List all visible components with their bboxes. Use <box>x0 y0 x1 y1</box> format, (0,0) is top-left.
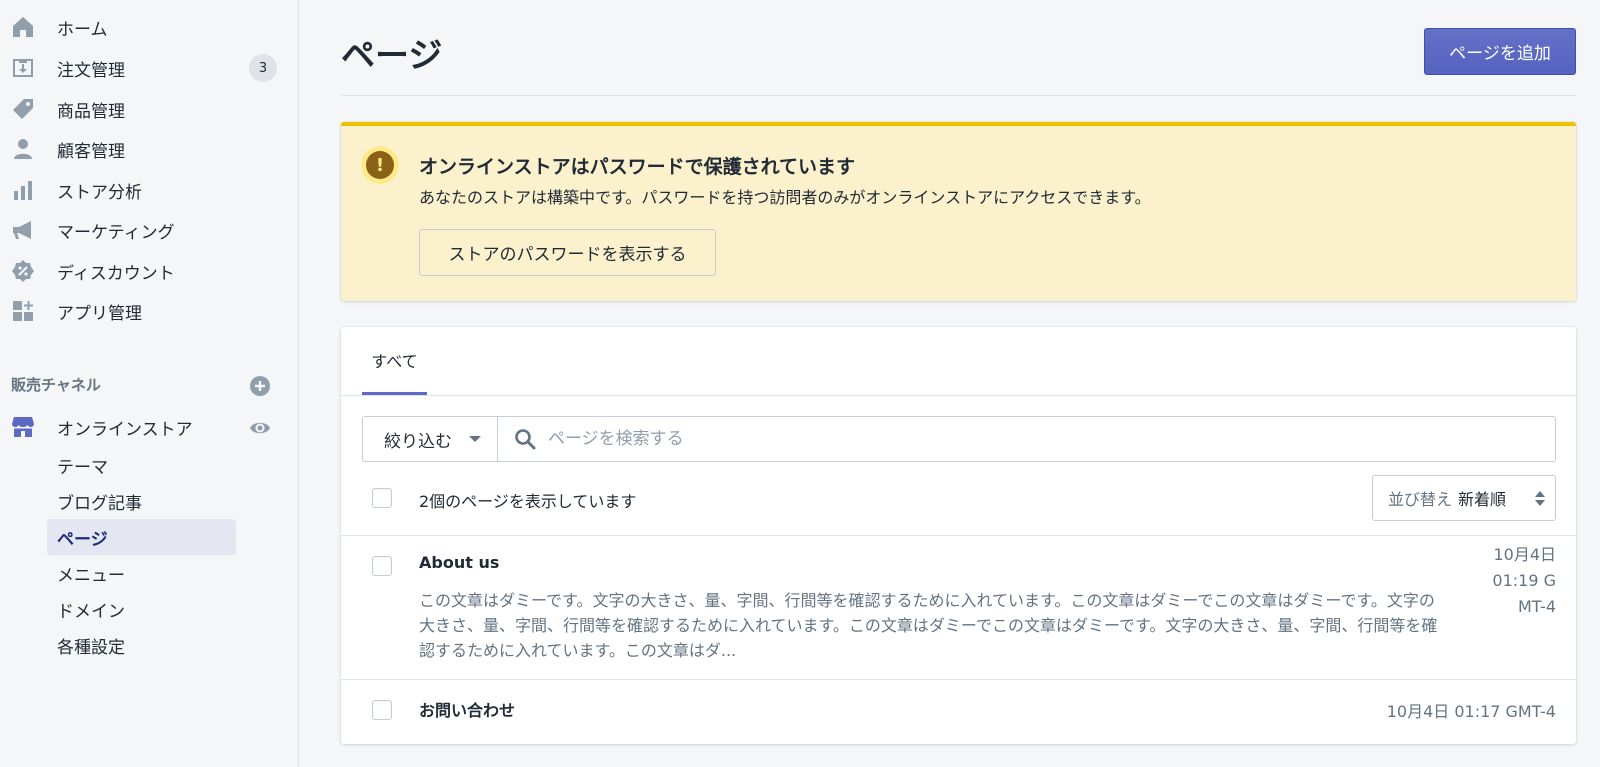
discount-icon <box>11 259 35 283</box>
banner-message: あなたのストアは構築中です。パスワードを持つ訪問者のみがオンラインストアにアクセ… <box>419 188 1151 207</box>
sort-arrows-icon <box>1535 491 1545 507</box>
page-title-link[interactable]: About us <box>419 553 499 572</box>
sort-select[interactable]: 並び替え 新着順 <box>1372 475 1556 521</box>
sidebar-item-label: ホーム <box>57 19 108 40</box>
page-title-link[interactable]: お問い合わせ <box>419 697 515 721</box>
store-icon <box>11 415 35 439</box>
filter-button-label: 絞り込む <box>384 431 452 452</box>
sidebar-item-home[interactable]: ホーム <box>0 7 299 47</box>
analytics-icon <box>11 178 35 202</box>
page-title: ページ <box>341 36 443 76</box>
orders-count-badge: 3 <box>249 54 277 82</box>
add-channel-icon[interactable] <box>249 375 271 397</box>
megaphone-icon <box>11 218 35 242</box>
sidebar-item-orders[interactable]: 注文管理 3 <box>0 48 299 88</box>
orders-icon <box>11 56 35 80</box>
caret-down-icon <box>469 436 481 442</box>
sidebar-item-label: 注文管理 <box>57 60 125 81</box>
show-password-button[interactable]: ストアのパスワードを表示する <box>419 229 716 276</box>
apps-icon <box>11 299 35 323</box>
password-warning-banner: ! オンラインストアはパスワードで保護されています あなたのストアは構築中です。… <box>341 122 1576 301</box>
sidebar-item-marketing[interactable]: マーケティング <box>0 210 299 250</box>
warning-icon: ! <box>361 146 399 184</box>
sidebar-item-label: 商品管理 <box>57 101 125 122</box>
sidebar-item-products[interactable]: 商品管理 <box>0 89 299 129</box>
sidebar-item-label: 顧客管理 <box>57 141 125 162</box>
row-checkbox[interactable] <box>372 556 392 576</box>
sidebar-subitem-pages[interactable]: ページ <box>47 519 236 555</box>
sort-value: 新着順 <box>1458 492 1507 509</box>
filter-bar: 絞り込む <box>362 416 1556 462</box>
sidebar-subitem-domains[interactable]: ドメイン <box>47 591 236 627</box>
sidebar-item-label: オンラインストア <box>57 420 193 440</box>
sidebar-item-customers[interactable]: 顧客管理 <box>0 129 299 169</box>
sidebar-item-label: マーケティング <box>57 222 175 243</box>
sidebar-subitem-preferences[interactable]: 各種設定 <box>47 627 236 663</box>
page-updated-date: 10月4日 01:19 G MT-4 <box>1492 545 1556 616</box>
list-divider <box>341 679 1576 680</box>
sidebar-item-label: アプリ管理 <box>57 303 142 324</box>
banner-title: オンラインストアはパスワードで保護されています <box>419 156 856 178</box>
sidebar-item-online-store[interactable]: オンラインストア <box>0 407 299 447</box>
sidebar: ホーム 注文管理 3 商品管理 顧客管理 ストア分析 マーケティング ディスカウ… <box>0 0 299 767</box>
row-checkbox[interactable] <box>372 700 392 720</box>
select-all-checkbox[interactable] <box>372 488 392 508</box>
tag-icon <box>11 97 35 121</box>
page-updated-date: 10月4日 01:17 GMT-4 <box>1386 702 1556 721</box>
sidebar-subitem-blog-posts[interactable]: ブログ記事 <box>47 483 236 519</box>
search-icon <box>513 427 537 451</box>
tab-divider <box>341 395 1576 396</box>
sidebar-item-discounts[interactable]: ディスカウント <box>0 251 299 291</box>
search-input[interactable] <box>548 418 1538 460</box>
tab-all[interactable]: すべて <box>362 327 427 395</box>
sidebar-item-label: ストア分析 <box>57 182 142 203</box>
sort-label: 並び替え <box>1388 492 1453 509</box>
list-divider <box>341 535 1576 536</box>
pages-list-card: すべて 絞り込む 2個のページを表示しています 並び替え 新着順 About u… <box>341 327 1576 744</box>
page-count-text: 2個のページを表示しています <box>419 492 637 511</box>
sidebar-subitem-navigation[interactable]: メニュー <box>47 555 236 591</box>
add-page-button[interactable]: ページを追加 <box>1424 28 1576 75</box>
filter-button[interactable]: 絞り込む <box>363 417 498 461</box>
sidebar-item-apps[interactable]: アプリ管理 <box>0 291 299 331</box>
page-excerpt: この文章はダミーです。文字の大きさ、量、字間、行間等を確認するために入れています… <box>419 591 1438 660</box>
sidebar-subitem-themes[interactable]: テーマ <box>47 447 236 483</box>
sales-channels-heading: 販売チャネル <box>11 376 101 394</box>
customer-icon <box>11 137 35 161</box>
home-icon <box>11 15 35 39</box>
sidebar-item-analytics[interactable]: ストア分析 <box>0 170 299 210</box>
title-divider <box>341 95 1576 96</box>
eye-icon[interactable] <box>249 417 271 439</box>
sidebar-item-label: ディスカウント <box>57 263 175 284</box>
